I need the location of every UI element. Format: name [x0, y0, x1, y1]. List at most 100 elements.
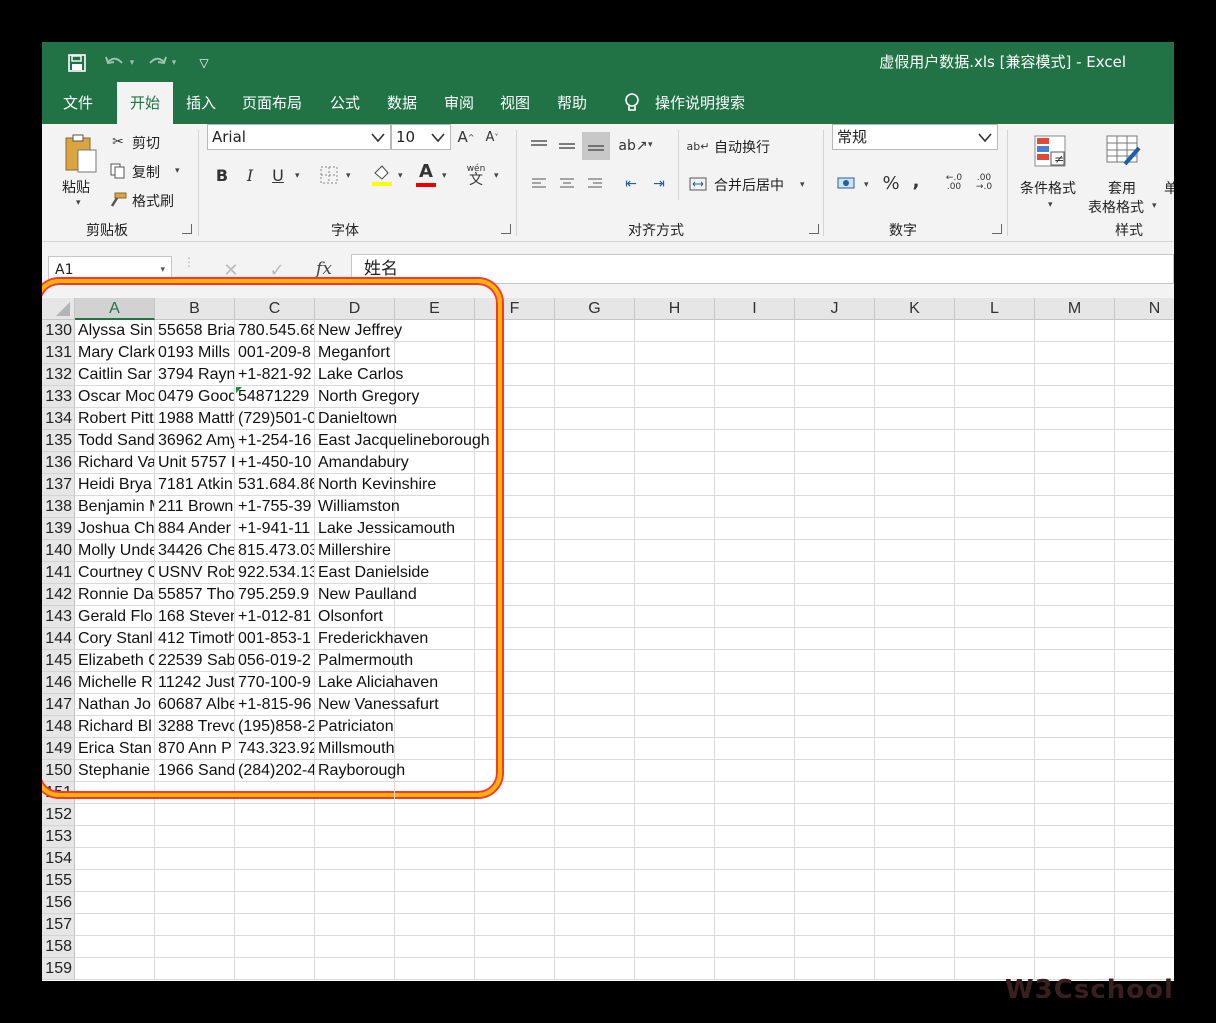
- cell-e[interactable]: [395, 540, 475, 562]
- cell-h[interactable]: [635, 892, 715, 914]
- copy-dropdown-icon[interactable]: ▾: [175, 166, 180, 176]
- cell-l[interactable]: [955, 518, 1035, 540]
- font-color-button[interactable]: A: [414, 162, 438, 188]
- cell-k[interactable]: [875, 540, 955, 562]
- cell-i[interactable]: [715, 474, 795, 496]
- cell-n[interactable]: [1115, 738, 1174, 760]
- insert-function-icon[interactable]: fx: [312, 256, 336, 282]
- row-header[interactable]: 133: [42, 386, 75, 408]
- phonetic-dropdown-icon[interactable]: ▾: [494, 171, 499, 181]
- cell-j[interactable]: [795, 936, 875, 958]
- cell-i[interactable]: [715, 562, 795, 584]
- cell-e[interactable]: [395, 804, 475, 826]
- cell-c[interactable]: [235, 870, 315, 892]
- cell-f[interactable]: [475, 892, 555, 914]
- merge-center-icon[interactable]: [688, 174, 708, 194]
- cell-i[interactable]: [715, 650, 795, 672]
- cell-m[interactable]: [1035, 892, 1115, 914]
- cell-c[interactable]: 795.259.9: [235, 584, 315, 606]
- cell-n[interactable]: [1115, 386, 1174, 408]
- cell-n[interactable]: [1115, 672, 1174, 694]
- cell-f[interactable]: [475, 452, 555, 474]
- cell-i[interactable]: [715, 892, 795, 914]
- cell-n[interactable]: [1115, 320, 1174, 342]
- row-header[interactable]: 148: [42, 716, 75, 738]
- paste-dropdown-icon[interactable]: ▾: [76, 198, 81, 208]
- cell-a[interactable]: Courtney C: [75, 562, 155, 584]
- font-color-dropdown-icon[interactable]: ▾: [442, 171, 447, 181]
- underline-dropdown-icon[interactable]: ▾: [295, 171, 300, 181]
- name-box[interactable]: A1 ▾: [48, 256, 172, 284]
- cell-h[interactable]: [635, 936, 715, 958]
- select-all-button[interactable]: [42, 298, 75, 320]
- cell-e[interactable]: [395, 936, 475, 958]
- cell-e[interactable]: [395, 782, 475, 804]
- row-header[interactable]: 149: [42, 738, 75, 760]
- cell-c[interactable]: (195)858-2: [235, 716, 315, 738]
- cell-k[interactable]: [875, 584, 955, 606]
- cell-h[interactable]: [635, 760, 715, 782]
- cell-m[interactable]: [1035, 694, 1115, 716]
- cell-j[interactable]: [795, 518, 875, 540]
- cell-d[interactable]: [315, 892, 395, 914]
- cell-g[interactable]: [555, 430, 635, 452]
- cancel-icon[interactable]: ✕: [220, 258, 242, 282]
- tab-file[interactable]: 文件: [54, 82, 102, 124]
- cell-n[interactable]: [1115, 870, 1174, 892]
- cell-f[interactable]: [475, 562, 555, 584]
- cell-h[interactable]: [635, 782, 715, 804]
- cell-f[interactable]: [475, 738, 555, 760]
- cell-f[interactable]: [475, 320, 555, 342]
- cell-h[interactable]: [635, 914, 715, 936]
- cell-h[interactable]: [635, 430, 715, 452]
- row-header[interactable]: 147: [42, 694, 75, 716]
- cell-m[interactable]: [1035, 914, 1115, 936]
- cell-k[interactable]: [875, 474, 955, 496]
- cell-m[interactable]: [1035, 804, 1115, 826]
- cell-m[interactable]: [1035, 430, 1115, 452]
- wrap-text-icon[interactable]: ab↵: [687, 136, 710, 156]
- row-header[interactable]: 146: [42, 672, 75, 694]
- cell-n[interactable]: [1115, 606, 1174, 628]
- cell-i[interactable]: [715, 342, 795, 364]
- cell-k[interactable]: [875, 870, 955, 892]
- cell-h[interactable]: [635, 628, 715, 650]
- align-left-icon[interactable]: [528, 174, 550, 194]
- cell-h[interactable]: [635, 606, 715, 628]
- format-as-table-label-1[interactable]: 套用: [1108, 178, 1136, 198]
- row-header[interactable]: 150: [42, 760, 75, 782]
- cell-h[interactable]: [635, 408, 715, 430]
- increase-indent-icon[interactable]: ⇥: [648, 174, 670, 194]
- cell-a[interactable]: Michelle R: [75, 672, 155, 694]
- cell-c[interactable]: +1-012-81: [235, 606, 315, 628]
- align-right-icon[interactable]: [584, 174, 606, 194]
- cell-i[interactable]: [715, 540, 795, 562]
- row-header[interactable]: 159: [42, 958, 75, 980]
- cell-n[interactable]: [1115, 584, 1174, 606]
- cell-a[interactable]: Stephanie: [75, 760, 155, 782]
- cell-b[interactable]: 22539 Sab: [155, 650, 235, 672]
- cell-j[interactable]: [795, 496, 875, 518]
- increase-font-size-icon[interactable]: A ^: [456, 126, 476, 148]
- cell-j[interactable]: [795, 650, 875, 672]
- cell-k[interactable]: [875, 628, 955, 650]
- comma-button[interactable]: ,: [908, 170, 924, 192]
- cell-b[interactable]: 0193 Mills: [155, 342, 235, 364]
- cell-m[interactable]: [1035, 870, 1115, 892]
- column-header-m[interactable]: M: [1035, 298, 1115, 320]
- cell-j[interactable]: [795, 320, 875, 342]
- cell-g[interactable]: [555, 870, 635, 892]
- cell-g[interactable]: [555, 386, 635, 408]
- cell-h[interactable]: [635, 342, 715, 364]
- number-format-select[interactable]: 常规: [832, 124, 998, 150]
- column-header-c[interactable]: C: [235, 298, 315, 320]
- cell-e[interactable]: [395, 892, 475, 914]
- tab-data[interactable]: 数据: [382, 82, 422, 124]
- cell-i[interactable]: [715, 518, 795, 540]
- accounting-dropdown-icon[interactable]: ▾: [864, 180, 869, 190]
- cell-a[interactable]: Mary Clark: [75, 342, 155, 364]
- cell-a[interactable]: Todd Sand: [75, 430, 155, 452]
- cell-g[interactable]: [555, 474, 635, 496]
- cell-a[interactable]: [75, 826, 155, 848]
- cell-b[interactable]: 168 Steven: [155, 606, 235, 628]
